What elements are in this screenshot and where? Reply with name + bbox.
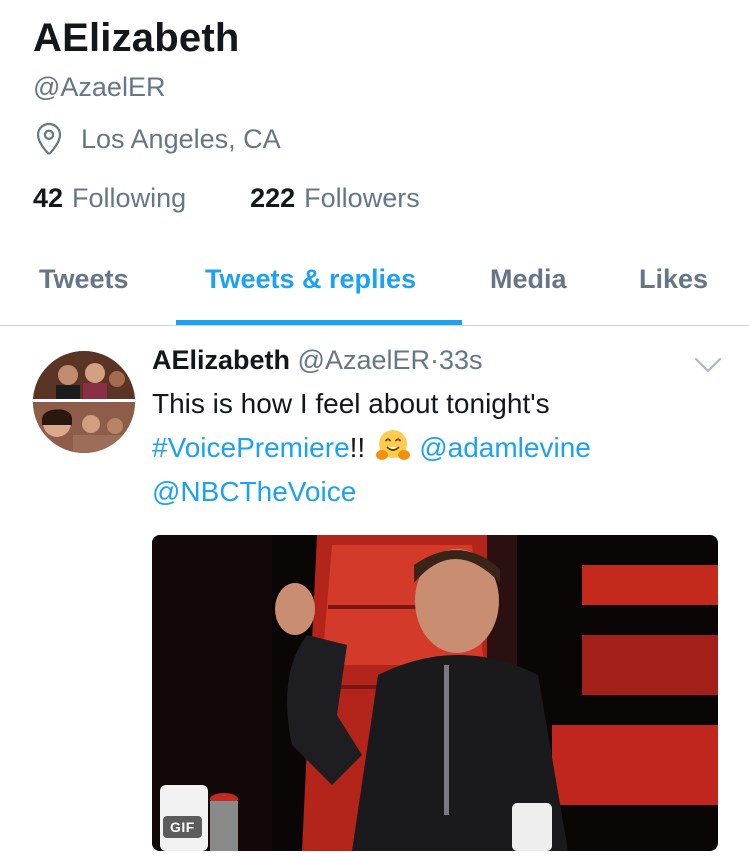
tab-likes[interactable]: Likes [639, 264, 708, 295]
active-tab-indicator [176, 320, 462, 325]
profile-tabs: Tweets Tweets & replies Media Likes [0, 250, 749, 326]
hashtag-link[interactable]: #VoicePremiere [152, 432, 350, 463]
following-label: Following [72, 183, 187, 213]
following-count: 42 [33, 183, 64, 213]
avatar[interactable] [33, 351, 135, 453]
tweet[interactable]: AElizabeth @AzaelER·33s This is how I fe… [0, 327, 749, 857]
chevron-down-icon[interactable] [692, 355, 724, 375]
tab-tweets-and-replies[interactable]: Tweets & replies [205, 264, 416, 295]
followers-stat[interactable]: 222 Followers [250, 183, 420, 214]
profile-handle[interactable]: @AzaelER [33, 72, 165, 103]
tweet-text: This is how I feel about tonight's #Voic… [152, 382, 722, 514]
tweet-time: 33s [439, 345, 483, 375]
followers-label: Followers [304, 183, 420, 213]
mention-nbcthevoice[interactable]: @NBCTheVoice [152, 476, 356, 507]
tweet-handle[interactable]: @AzaelER [298, 345, 430, 375]
tweet-author[interactable]: AElizabeth [152, 345, 290, 375]
tweet-separator: · [430, 345, 440, 375]
followers-count: 222 [250, 183, 296, 213]
tweet-gif-media[interactable]: GIF [152, 535, 718, 851]
location-pin-icon [36, 122, 62, 155]
gif-badge: GIF [163, 816, 202, 838]
tab-tweets[interactable]: Tweets [39, 264, 129, 295]
hugging-face-emoji-icon [376, 430, 411, 460]
tab-media[interactable]: Media [490, 264, 567, 295]
location-text: Los Angeles, CA [81, 123, 281, 154]
profile-stats: 42 Following 222 Followers [33, 183, 484, 214]
tweet-header: AElizabeth @AzaelER·33s [152, 345, 483, 376]
following-stat[interactable]: 42 Following [33, 183, 186, 214]
mention-adamlevine[interactable]: @adamlevine [419, 432, 591, 463]
profile-name: AElizabeth [33, 16, 240, 60]
tweet-body: This is how I feel about tonight's [152, 388, 550, 419]
profile-location: Los Angeles, CA [33, 122, 281, 156]
tweet-exclaim: !! [349, 432, 366, 463]
